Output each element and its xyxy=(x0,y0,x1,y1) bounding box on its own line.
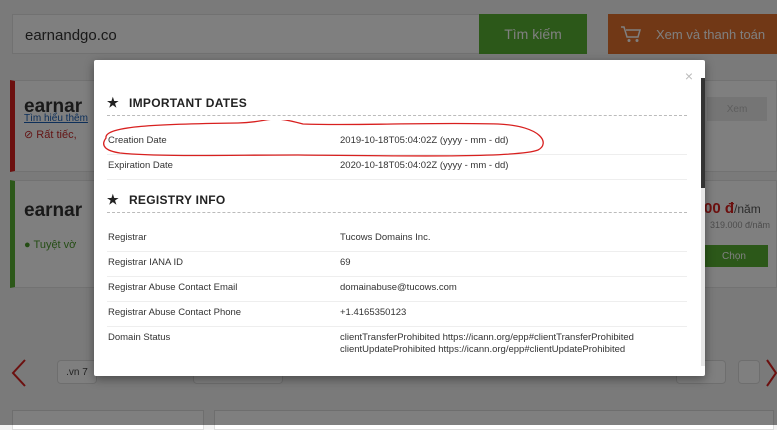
whois-modal: × ★ IMPORTANT DATES Creation Date 2019-1… xyxy=(94,60,705,376)
section-heading-important-dates: ★ IMPORTANT DATES xyxy=(107,91,687,116)
row-value: domainabuse@tucows.com xyxy=(340,282,457,293)
row-label: Domain Status xyxy=(108,332,171,343)
row-value: +1.4165350123 xyxy=(340,307,407,318)
info-row: Registrar Abuse Contact Email domainabus… xyxy=(107,276,687,302)
row-label: Registrar Abuse Contact Email xyxy=(108,282,238,293)
row-value: clientTransferProhibited https://icann.o… xyxy=(340,332,634,343)
row-value: 69 xyxy=(340,257,351,268)
star-icon: ★ xyxy=(107,95,119,110)
row-label: Registrar xyxy=(108,232,147,243)
info-row: Registrar IANA ID 69 xyxy=(107,251,687,277)
annotation-ellipse xyxy=(103,120,544,157)
star-icon: ★ xyxy=(107,192,119,207)
row-label: Registrar Abuse Contact Phone xyxy=(108,307,242,318)
section-heading-registry-info: ★ REGISTRY INFO xyxy=(107,188,687,213)
section-title: REGISTRY INFO xyxy=(128,193,226,207)
info-row: Registrar Abuse Contact Phone +1.4165350… xyxy=(107,301,687,327)
row-value: 2020-10-18T05:04:02Z (yyyy - mm - dd) xyxy=(340,160,509,171)
info-row: Domain Status clientTransferProhibited h… xyxy=(107,326,687,356)
scrollbar-thumb[interactable] xyxy=(701,78,705,188)
row-value: clientUpdateProhibited https://icann.org… xyxy=(340,344,626,355)
row-label: Registrar IANA ID xyxy=(108,257,183,268)
row-value: Tucows Domains Inc. xyxy=(340,232,431,243)
row-label: Expiration Date xyxy=(108,160,173,171)
close-icon[interactable]: × xyxy=(685,68,693,84)
info-row: Registrar Tucows Domains Inc. xyxy=(107,226,687,252)
section-title: IMPORTANT DATES xyxy=(128,96,248,110)
